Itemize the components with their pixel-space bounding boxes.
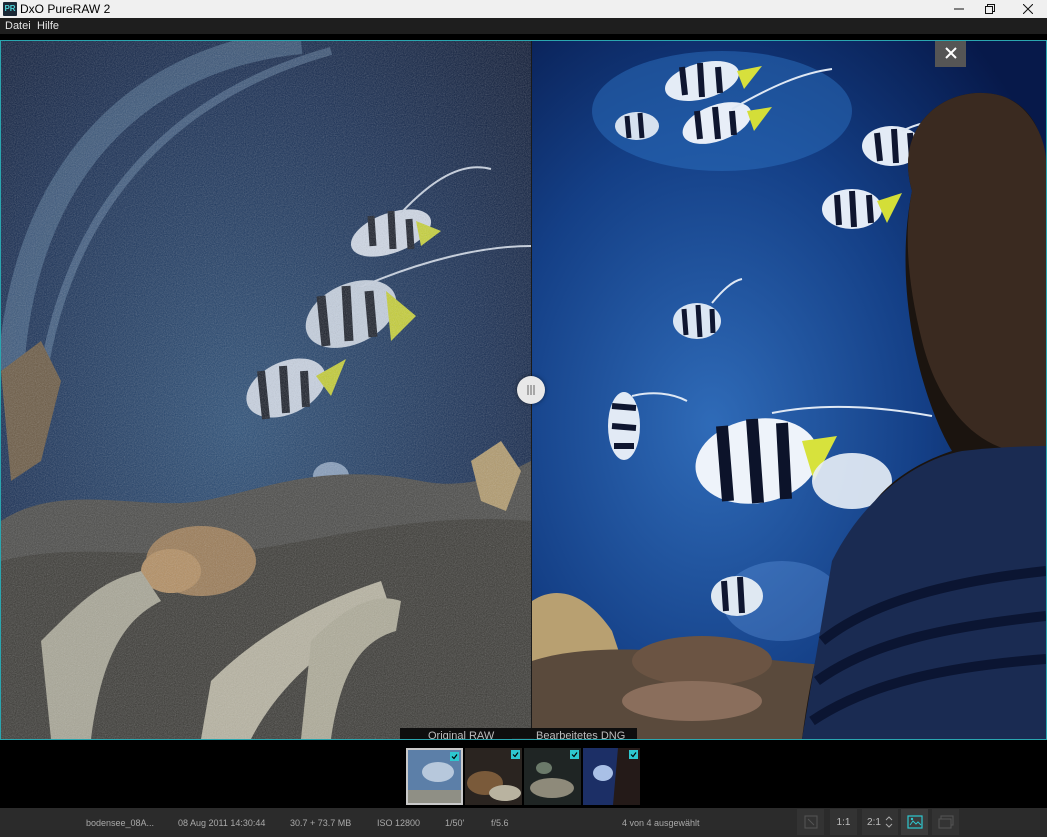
status-size: 30.7 + 73.7 MB [290, 818, 352, 828]
status-shutter: 1/50' [445, 818, 465, 828]
thumbnail-2[interactable] [465, 748, 522, 805]
status-bar: bodensee_08A... 08 Aug 2011 14:30:44 30.… [0, 808, 1047, 837]
multi-view-button[interactable] [932, 809, 959, 835]
restore-icon[interactable] [973, 0, 1007, 18]
app-logo-icon: PR [3, 2, 17, 16]
close-viewer-button[interactable] [935, 41, 966, 67]
compare-viewer[interactable]: Original RAW Bearbeitetes DNG [0, 40, 1047, 740]
original-raw-image [1, 41, 531, 739]
close-icon[interactable] [1011, 0, 1045, 18]
fit-screen-icon [804, 815, 817, 829]
check-icon[interactable] [570, 750, 579, 759]
filmstrip [0, 740, 1047, 808]
status-date: 08 Aug 2011 14:30:44 [178, 818, 266, 828]
check-icon[interactable] [511, 750, 520, 759]
status-iso: ISO 12800 [377, 818, 421, 828]
title-bar: PR DxO PureRAW 2 [0, 0, 1047, 18]
close-icon [944, 47, 957, 59]
processed-dng-label: Bearbeitetes DNG [536, 730, 626, 740]
thumbnail-1[interactable] [406, 748, 463, 805]
stacked-images-icon [938, 815, 953, 829]
menu-datei[interactable]: Datei [5, 20, 31, 32]
thumbnail-4[interactable] [583, 748, 640, 805]
window-title: DxO PureRAW 2 [20, 2, 111, 16]
processed-dng-image [532, 41, 1046, 739]
compare-view-button[interactable] [901, 809, 928, 835]
image-compare-icon [906, 815, 923, 829]
check-icon[interactable] [629, 750, 638, 759]
minimize-icon[interactable] [942, 0, 976, 18]
original-raw-label: Original RAW [428, 730, 495, 740]
status-aperture: f/5.6 [491, 818, 509, 828]
menu-bar: Datei Hilfe [0, 18, 1047, 34]
thumbnail-3[interactable] [524, 748, 581, 805]
zoom-2-1-label: 2:1 [867, 816, 881, 828]
fit-screen-button[interactable] [797, 809, 824, 835]
zoom-1-1-button[interactable]: 1:1 [830, 809, 857, 835]
menu-hilfe[interactable]: Hilfe [37, 20, 59, 32]
status-selection: 4 von 4 ausgewählt [622, 818, 700, 828]
zoom-2-1-button[interactable]: 2:1 [862, 809, 898, 835]
check-icon[interactable] [450, 752, 459, 761]
spinner-icon [885, 816, 893, 828]
split-grip-icon[interactable] [517, 376, 545, 404]
status-filename: bodensee_08A... [86, 818, 155, 828]
